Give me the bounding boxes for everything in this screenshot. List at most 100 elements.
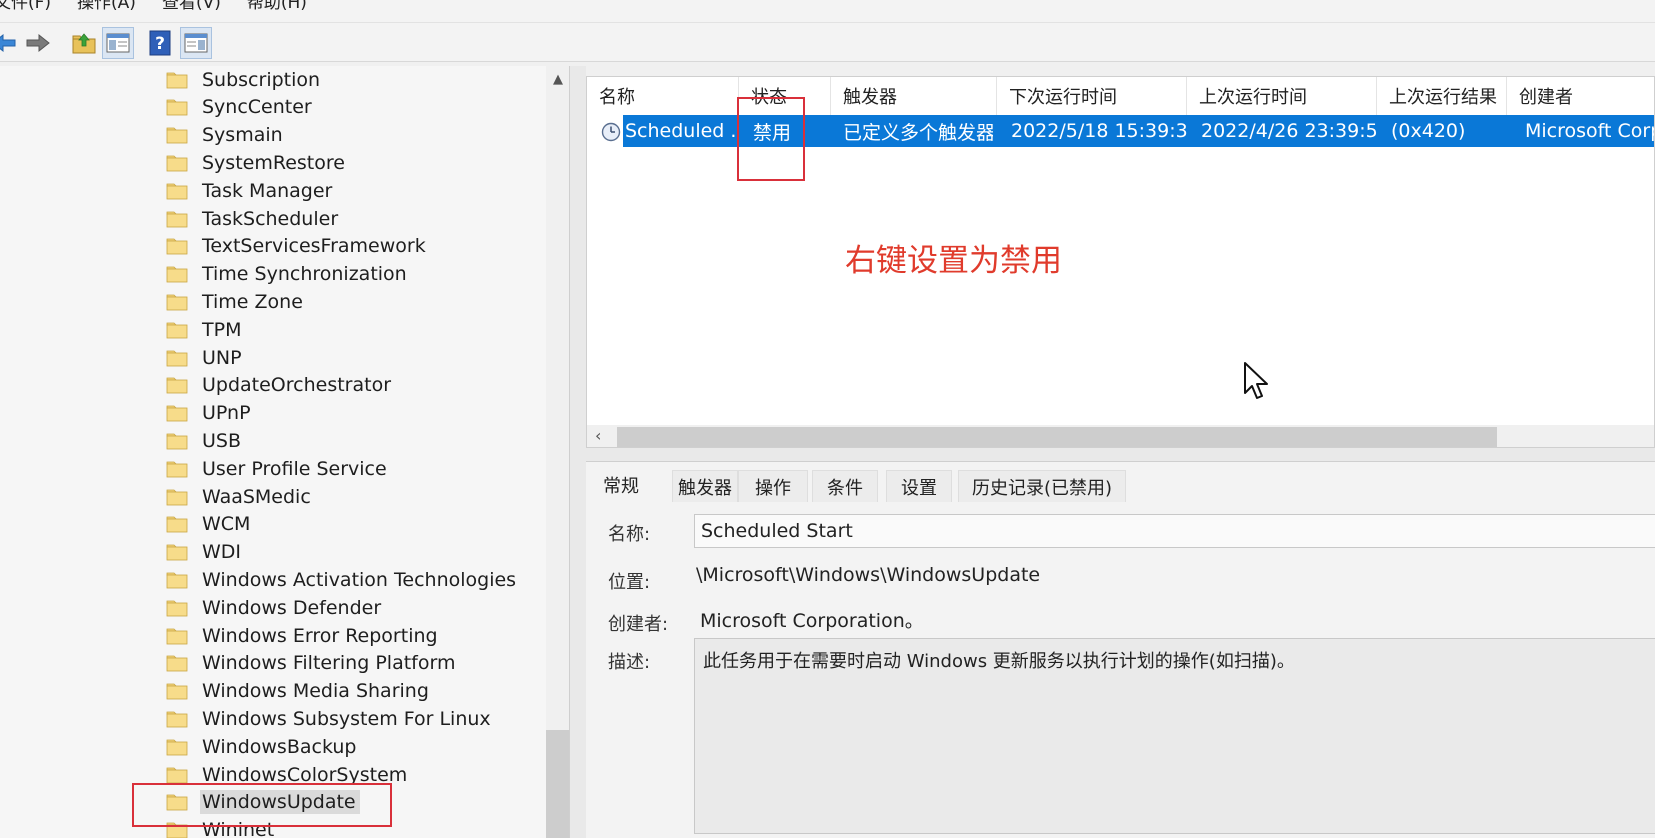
tab-settings[interactable]: 设置 (886, 470, 952, 502)
tree-item[interactable]: WCM (166, 511, 254, 538)
column-header-name[interactable]: 名称 (587, 77, 739, 115)
forward-arrow-icon[interactable] (22, 27, 54, 59)
tree-item[interactable]: SyncCenter (166, 94, 316, 121)
task-status-cell: 禁用 (753, 121, 792, 144)
tree-item[interactable]: UNP (166, 344, 246, 371)
folder-icon (166, 711, 188, 728)
tree-item[interactable]: Windows Defender (166, 594, 385, 621)
location-label: 位置: (608, 572, 651, 593)
tree-item[interactable]: TextServicesFramework (166, 233, 430, 260)
tree-item[interactable]: UPnP (166, 400, 255, 427)
tree-item[interactable]: TPM (166, 316, 245, 343)
folder-icon (166, 405, 188, 422)
menu-view[interactable]: 查看(V) (162, 0, 221, 14)
tree-item-label: WindowsBackup (202, 735, 357, 758)
tab-history[interactable]: 历史记录(已禁用) (958, 470, 1126, 502)
pane-divider[interactable] (586, 448, 1655, 462)
task-list-scrollbar-thumb[interactable] (617, 427, 1497, 447)
tree-item[interactable]: WindowsBackup (166, 733, 360, 760)
tree-item-label: TaskScheduler (202, 207, 339, 230)
scroll-up-icon[interactable]: ▲ (546, 72, 569, 90)
tree-item[interactable]: WaaSMedic (166, 483, 315, 510)
tree-item[interactable]: WindowsUpdate (166, 789, 360, 816)
tree-item[interactable]: Time Synchronization (166, 261, 411, 288)
tab-actions[interactable]: 操作 (738, 470, 808, 502)
description-label: 描述: (608, 652, 651, 673)
tree-item[interactable]: TaskScheduler (166, 205, 342, 232)
column-header-status[interactable]: 状态 (739, 77, 831, 115)
up-folder-icon[interactable] (68, 27, 100, 59)
folder-icon (166, 683, 188, 700)
tree-item[interactable]: Windows Subsystem For Linux (166, 705, 495, 732)
tree-scrollbar-thumb[interactable] (546, 730, 569, 838)
task-list-horizontal-scrollbar[interactable]: ‹ (587, 425, 1654, 447)
help-icon[interactable]: ? (144, 27, 176, 59)
folder-icon (166, 294, 188, 311)
column-header-last-run[interactable]: 上次运行时间 (1187, 77, 1377, 115)
task-name-cell: Scheduled ... (625, 120, 737, 142)
tree-item[interactable]: Windows Media Sharing (166, 678, 433, 705)
name-field[interactable]: Scheduled Start (694, 514, 1655, 548)
scroll-left-icon[interactable]: ‹ (595, 426, 601, 445)
annotation-text: 右键设置为禁用 (845, 243, 1062, 279)
task-next-run-cell: 2022/5/18 15:39:36 (1011, 120, 1187, 142)
task-list: 名称 状态 触发器 下次运行时间 上次运行时间 上次运行结果 创建者 Sched… (586, 76, 1655, 448)
show-hide-pane-icon[interactable] (102, 27, 134, 59)
description-field[interactable]: 此任务用于在需要时启动 Windows 更新服务以执行计划的操作(如扫描)。 (694, 638, 1655, 834)
tree-item-label: UPnP (202, 402, 251, 425)
tree-item[interactable]: UpdateOrchestrator (166, 372, 395, 399)
tree-item[interactable]: Windows Error Reporting (166, 622, 442, 649)
folder-icon (166, 266, 188, 283)
tree-item-label: WindowsUpdate (200, 790, 360, 815)
clock-icon (601, 122, 621, 142)
back-arrow-icon[interactable] (0, 27, 20, 59)
tree-item[interactable]: Subscription (166, 66, 324, 93)
tree-item[interactable]: Windows Filtering Platform (166, 650, 459, 677)
tree-item[interactable]: SystemRestore (166, 149, 349, 176)
folder-icon (166, 544, 188, 561)
column-header-next-run[interactable]: 下次运行时间 (997, 77, 1187, 115)
tree-item-label: Time Synchronization (202, 263, 407, 286)
tree-item[interactable]: USB (166, 427, 245, 454)
tree-item[interactable]: Windows Activation Technologies (166, 566, 520, 593)
task-last-result-cell: (0x420) (1391, 120, 1466, 142)
folder-icon (166, 628, 188, 644)
tree-item[interactable]: User Profile Service (166, 455, 391, 482)
tree-item-label: USB (202, 429, 242, 452)
column-header-author[interactable]: 创建者 (1507, 77, 1654, 115)
pane-splitter[interactable] (570, 66, 586, 838)
tree-item[interactable]: WDI (166, 539, 245, 566)
task-last-run-cell: 2022/4/26 23:39:51 (1201, 120, 1377, 142)
menu-bar: 文件(F) 操作(A) 查看(V) 帮助(H) (0, 0, 1655, 22)
folder-icon (166, 99, 188, 116)
folder-icon (166, 822, 188, 838)
tree-item[interactable]: WindowsColorSystem (166, 761, 411, 788)
tree-item[interactable]: Task Manager (166, 177, 336, 204)
column-header-last-result[interactable]: 上次运行结果 (1377, 77, 1507, 115)
tree-item-label: Wininet (202, 819, 275, 838)
menu-action[interactable]: 操作(A) (77, 0, 136, 14)
task-author-cell: Microsoft Corpo (1525, 120, 1654, 142)
menu-file[interactable]: 文件(F) (0, 0, 51, 14)
action-pane-icon[interactable] (180, 27, 212, 59)
tab-general[interactable]: 常规 (586, 466, 656, 502)
tree-item-label: UpdateOrchestrator (202, 374, 392, 397)
tree-item-label: User Profile Service (202, 457, 387, 480)
menu-help[interactable]: 帮助(H) (247, 0, 307, 14)
tree-item-label: TPM (202, 318, 242, 341)
author-label: 创建者: (608, 614, 669, 635)
tree-vertical-scrollbar[interactable]: ▲ (546, 66, 569, 838)
location-value: \Microsoft\Windows\WindowsUpdate (696, 564, 1041, 586)
tab-triggers[interactable]: 触发器 (672, 470, 738, 502)
folder-icon (166, 211, 188, 227)
folder-icon (166, 572, 188, 589)
tree-item[interactable]: Wininet (166, 817, 278, 838)
column-header-triggers[interactable]: 触发器 (831, 77, 997, 115)
tree-item-label: SystemRestore (202, 151, 345, 174)
tree-item[interactable]: Sysmain (166, 122, 287, 149)
tree-item[interactable]: Time Zone (166, 288, 307, 315)
folder-icon (166, 794, 188, 811)
tab-conditions[interactable]: 条件 (812, 470, 878, 502)
folder-icon (166, 516, 188, 533)
svg-text:?: ? (155, 34, 165, 54)
